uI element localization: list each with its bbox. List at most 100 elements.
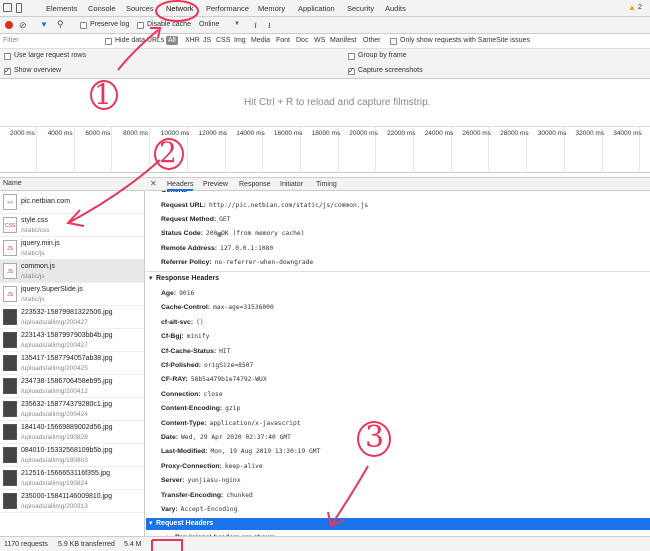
request-list[interactable]: <> pic.netbian.com CSS style.css/static/css… <box>0 191 145 536</box>
response-headers-title[interactable]: Response Headers <box>156 275 219 282</box>
header-row: CF-RAY: 58b5a479b1e74792-WUX <box>161 376 267 383</box>
request-row[interactable]: JS common.js/static/js <box>0 260 144 283</box>
type-all-button[interactable]: All <box>166 36 178 45</box>
tab-console[interactable]: Console <box>88 4 116 13</box>
header-value: 127.0.0.1:1080 <box>220 244 274 252</box>
clear-icon[interactable]: ⊘ <box>19 20 27 31</box>
header-row: Request URL: http://pic.netbian.com/stati… <box>161 202 368 209</box>
header-row: Content-Type: application/x-javascript <box>161 420 301 427</box>
warning-icon[interactable]: ▲ <box>628 3 636 12</box>
type-img-button[interactable]: Img <box>234 37 246 44</box>
request-row[interactable]: 223143-1587997903bb4b.jpg/uploads/allimg… <box>0 329 144 352</box>
devtools-tab-bar: Elements Console Sources Network Perform… <box>0 0 650 17</box>
request-row[interactable]: <> pic.netbian.com <box>0 191 144 214</box>
tab-response[interactable]: Response <box>239 181 271 188</box>
status-bar: 1170 requests 5.9 KB transferred 5.4 M <box>0 536 650 551</box>
tab-elements[interactable]: Elements <box>46 4 77 13</box>
import-har-icon[interactable]: ⭱ <box>254 20 257 34</box>
request-row[interactable]: 135417-1587794057ab38.jpg/uploads/allimg… <box>0 352 144 375</box>
tab-preview[interactable]: Preview <box>203 181 228 188</box>
request-row[interactable]: JS jquery.min.js/static/js <box>0 237 144 260</box>
header-value: application/x-javascript <box>209 419 301 427</box>
timeline-tick-label: 14000 ms <box>236 130 265 137</box>
large-rows-checkbox[interactable] <box>4 53 11 60</box>
device-toolbar-icon[interactable] <box>16 3 22 13</box>
header-value: no-referrer-when-downgrade <box>214 258 314 266</box>
request-row[interactable]: 084010-15332568109b5b.jpg/uploads/allimg… <box>0 444 144 467</box>
type-doc-button[interactable]: Doc <box>296 37 308 44</box>
transferred-size: 5.9 KB transferred <box>58 541 115 548</box>
preserve-log-checkbox[interactable] <box>80 22 87 29</box>
type-js-button[interactable]: JS <box>203 37 211 44</box>
timeline-tick-label: 16000 ms <box>273 130 303 137</box>
request-row[interactable]: 212516-1566653116f355.jpg/uploads/allimg… <box>0 467 144 490</box>
document-icon: <> <box>3 194 17 210</box>
tab-security[interactable]: Security <box>347 4 374 13</box>
image-file-icon <box>3 470 17 486</box>
header-value: Accept-Encoding <box>180 506 238 513</box>
tab-sources[interactable]: Sources <box>126 4 154 13</box>
request-row[interactable]: 223532-15879981322506.jpg/uploads/allimg… <box>0 306 144 329</box>
close-icon[interactable]: ✕ <box>150 179 157 188</box>
export-har-icon[interactable]: ⭳ <box>268 20 271 34</box>
request-row[interactable]: 184140-15669889002d56.jpg/uploads/allimg… <box>0 421 144 444</box>
expand-triangle-icon: ▾ <box>149 520 153 528</box>
request-name: 235632-158774379280c1.jpg <box>21 401 113 408</box>
search-icon[interactable]: ⚲ <box>57 19 64 30</box>
request-row[interactable]: JS jquery.SuperSlide.js/static/js <box>0 283 144 306</box>
request-row[interactable]: 235000-15841146009810.jpg/uploads/allimg… <box>0 490 144 513</box>
request-name: 235000-15841146009810.jpg <box>21 493 112 500</box>
overview-timeline[interactable]: 2000 ms 4000 ms 6000 ms 8000 ms 10000 ms 1200… <box>0 127 650 173</box>
type-font-button[interactable]: Font <box>276 37 290 44</box>
type-media-button[interactable]: Media <box>251 37 270 44</box>
record-icon[interactable] <box>5 21 13 29</box>
request-path: /static/css <box>21 227 50 234</box>
column-name-header[interactable]: Name <box>3 180 22 187</box>
request-count: 1170 requests <box>4 541 48 548</box>
filter-input[interactable]: Filter <box>3 37 19 44</box>
request-row[interactable]: 235632-158774379280c1.jpg/uploads/allimg… <box>0 398 144 421</box>
tab-initiator[interactable]: Initiator <box>280 181 303 188</box>
timeline-tick-label: 24000 ms <box>424 130 454 137</box>
request-name: jquery.min.js <box>21 240 60 247</box>
type-ws-button[interactable]: WS <box>314 37 325 44</box>
header-value: minify <box>186 333 210 341</box>
large-rows-label: Use large request rows <box>14 52 86 59</box>
filter-icon[interactable]: ▼ <box>40 20 48 29</box>
type-xhr-button[interactable]: XHR <box>185 37 200 44</box>
timeline-tick-label: 20000 ms <box>349 130 378 137</box>
header-value: gzip <box>225 405 241 413</box>
general-section-title[interactable]: General <box>161 191 187 194</box>
throttle-select[interactable]: Online <box>199 21 219 28</box>
tab-timing[interactable]: Timing <box>316 181 337 188</box>
show-overview-checkbox[interactable] <box>4 66 11 75</box>
disable-cache-checkbox[interactable] <box>137 22 144 29</box>
tab-headers[interactable]: Headers <box>167 181 194 191</box>
header-value: keep-alive <box>224 462 263 470</box>
type-css-button[interactable]: CSS <box>216 37 230 44</box>
resource-size: 5.4 M <box>124 541 142 548</box>
request-row[interactable]: CSS style.css/static/css <box>0 214 144 237</box>
image-file-icon <box>3 401 17 417</box>
tab-memory[interactable]: Memory <box>258 4 285 13</box>
filmstrip-message: Hit Ctrl + R to reload and capture films… <box>244 97 431 108</box>
hide-data-urls-checkbox[interactable] <box>105 38 112 45</box>
tab-audits[interactable]: Audits <box>385 4 406 13</box>
chevron-down-icon[interactable]: ▼ <box>234 21 240 27</box>
header-row: Proxy-Connection: keep-alive <box>161 463 263 470</box>
expand-triangle-icon[interactable]: ▾ <box>149 274 153 282</box>
timeline-tick-label: 2000 ms <box>10 130 35 137</box>
group-frame-checkbox[interactable] <box>348 53 355 60</box>
tab-network[interactable]: Network <box>166 4 194 13</box>
request-path: /uploads/allimg/200412 <box>21 388 88 395</box>
tab-performance[interactable]: Performance <box>206 4 249 13</box>
tab-application[interactable]: Application <box>298 4 335 13</box>
samesite-checkbox[interactable] <box>390 38 397 45</box>
header-key: Cf-Polished: <box>161 362 202 369</box>
request-headers-section[interactable]: Request Headers ▾ <box>146 518 650 531</box>
inspect-icon[interactable] <box>3 3 12 12</box>
request-row[interactable]: 234738-1586706458eb95.jpg/uploads/allimg… <box>0 375 144 398</box>
type-other-button[interactable]: Other <box>363 37 381 44</box>
type-manifest-button[interactable]: Manifest <box>330 37 356 44</box>
capture-screenshots-checkbox[interactable] <box>348 66 355 75</box>
